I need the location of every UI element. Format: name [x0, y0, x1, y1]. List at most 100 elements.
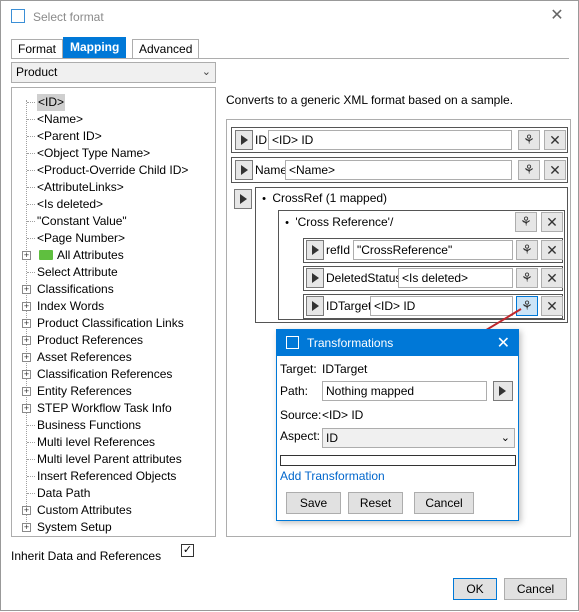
ok-button[interactable]: OK	[453, 578, 497, 600]
expand-icon[interactable]: +	[22, 353, 31, 362]
tree-item-label: Index Words	[37, 299, 105, 313]
crossref-group: • CrossRef (1 mapped) • 'Cross Reference…	[255, 187, 568, 323]
remove-icon[interactable]: ✕	[541, 212, 563, 232]
tree-item-label: Custom Attributes	[37, 503, 132, 517]
play-icon[interactable]	[306, 296, 324, 316]
tree-connector	[27, 238, 35, 239]
transform-icon[interactable]: ⚘	[518, 160, 540, 180]
transformation-list[interactable]	[280, 455, 516, 466]
remove-icon[interactable]: ✕	[544, 130, 566, 150]
chevron-down-icon: ⌄	[201, 66, 211, 78]
transform-icon[interactable]: ⚘	[515, 212, 537, 232]
remove-icon[interactable]: ✕	[541, 240, 563, 260]
cross-reference-label: • 'Cross Reference'/	[282, 212, 393, 233]
target-value: IDTarget	[322, 362, 368, 376]
tree-item-label: System Setup	[37, 520, 112, 534]
tree-connector	[27, 221, 35, 222]
tree-guide-line	[26, 100, 27, 530]
tree-connector	[27, 442, 35, 443]
remove-icon[interactable]: ✕	[544, 160, 566, 180]
tree-item-label: STEP Workflow Task Info	[37, 401, 172, 415]
mapping-value-field[interactable]: "CrossReference"	[353, 240, 513, 260]
tree-item-label: Entity References	[37, 384, 132, 398]
tree-item-label: Product Classification Links	[37, 316, 184, 330]
transform-icon[interactable]: ⚘	[516, 240, 538, 260]
close-icon[interactable]: ✕	[497, 333, 510, 353]
popup-title-bar: Transformations ✕	[277, 330, 518, 356]
expand-icon[interactable]: +	[22, 523, 31, 532]
transform-icon[interactable]: ⚘	[516, 268, 538, 288]
play-icon[interactable]	[235, 130, 253, 150]
expand-icon[interactable]: +	[22, 506, 31, 515]
mapping-label: Name	[255, 163, 288, 177]
expand-icon[interactable]: +	[22, 319, 31, 328]
mapping-value-field[interactable]: <Name>	[285, 160, 512, 180]
popup-cancel-button[interactable]: Cancel	[414, 492, 474, 514]
target-label: Target:	[280, 362, 317, 376]
transformations-popup: Transformations ✕ Target: IDTarget Path:…	[276, 329, 519, 521]
format-description: Converts to a generic XML format based o…	[226, 93, 514, 107]
tree-item-label: Select Attribute	[37, 265, 118, 279]
tree-item-label: <Object Type Name>	[37, 146, 151, 160]
expand-icon[interactable]: +	[22, 404, 31, 413]
inherit-label: Inherit Data and References	[11, 549, 162, 563]
mapping-row-id: ID <ID> ID ⚘ ✕	[231, 127, 568, 153]
path-field[interactable]: Nothing mapped	[322, 381, 487, 401]
expand-icon[interactable]: +	[22, 336, 31, 345]
tab-mapping[interactable]: Mapping	[63, 37, 127, 59]
aspect-value: ID	[326, 431, 338, 445]
play-icon[interactable]	[306, 268, 324, 288]
window-title: Select format	[33, 10, 104, 24]
mapping-label: refId	[326, 243, 351, 257]
tree-item-label: Asset References	[37, 350, 132, 364]
remove-icon[interactable]: ✕	[541, 268, 563, 288]
aspect-select[interactable]: ID ⌄	[322, 428, 515, 448]
tab-divider	[11, 58, 569, 59]
save-button[interactable]: Save	[286, 492, 341, 514]
path-label: Path:	[280, 384, 309, 398]
object-type-select[interactable]: Product ⌄	[11, 62, 216, 83]
tree-connector	[27, 119, 35, 120]
tree-item-label: Multi level Parent attributes	[37, 452, 182, 466]
mapping-value-field[interactable]: <ID> ID	[370, 296, 513, 316]
folder-icon	[39, 250, 53, 260]
tree-connector	[27, 493, 35, 494]
tree-item-label: Data Path	[37, 486, 91, 500]
source-tree: <ID> <Name> <Parent ID> <Object Type Nam…	[11, 87, 216, 537]
tree-connector	[27, 102, 35, 103]
window-icon	[286, 336, 299, 349]
mapping-label: DeletedStatus	[326, 271, 402, 285]
tree-connector	[27, 272, 35, 273]
play-icon[interactable]	[235, 160, 253, 180]
remove-icon[interactable]: ✕	[541, 296, 563, 316]
close-icon[interactable]: ✕	[546, 5, 568, 27]
chevron-down-icon: ⌄	[500, 432, 510, 444]
tree-item-label: All Attributes	[39, 247, 124, 264]
inherit-checkbox[interactable]: ✓	[181, 544, 194, 557]
expand-icon[interactable]: +	[22, 285, 31, 294]
play-icon[interactable]	[306, 240, 324, 260]
tab-advanced[interactable]: Advanced	[132, 39, 200, 59]
transform-icon[interactable]: ⚘	[516, 296, 538, 316]
transform-icon[interactable]: ⚘	[518, 130, 540, 150]
tree-item-label: Multi level References	[37, 435, 156, 449]
popup-title: Transformations	[307, 336, 394, 350]
mapping-value-field[interactable]: <ID> ID	[268, 130, 512, 150]
expand-icon[interactable]: +	[22, 251, 31, 260]
tree-item-label: Business Functions	[37, 418, 142, 432]
add-transformation-link[interactable]: Add Transformation	[280, 469, 385, 483]
pin-icon: •	[262, 193, 266, 205]
tree-connector	[27, 187, 35, 188]
cancel-button[interactable]: Cancel	[504, 578, 567, 600]
expand-icon[interactable]: +	[22, 302, 31, 311]
expand-icon[interactable]: +	[22, 370, 31, 379]
tab-format[interactable]: Format	[11, 39, 64, 59]
tree-item-label: <ID>	[37, 94, 66, 111]
select-format-dialog: Select format ✕ Format Mapping Advanced …	[0, 0, 579, 611]
play-icon[interactable]	[234, 189, 252, 209]
reset-button[interactable]: Reset	[348, 492, 403, 514]
play-icon[interactable]	[493, 381, 513, 401]
mapping-value-field[interactable]: <Is deleted>	[398, 268, 513, 288]
mapping-row-deletedstatus: DeletedStatus <Is deleted> ⚘ ✕	[303, 266, 563, 291]
expand-icon[interactable]: +	[22, 387, 31, 396]
